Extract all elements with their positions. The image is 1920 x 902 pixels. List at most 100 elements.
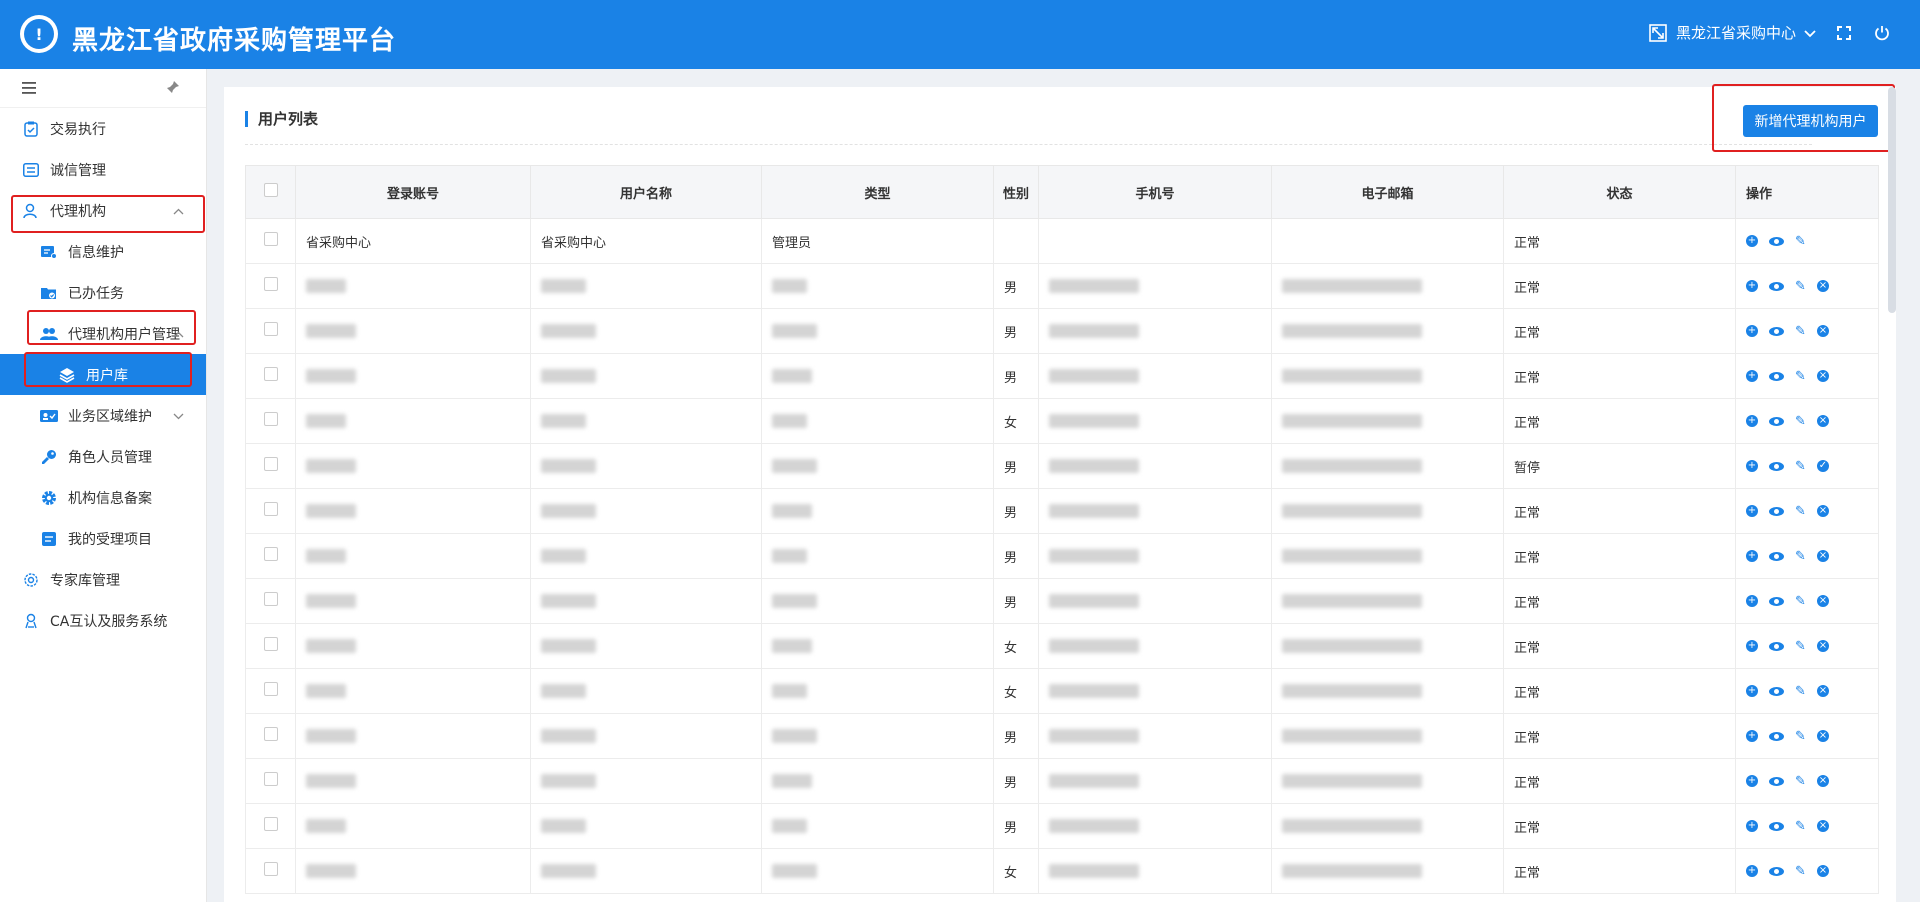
eye-icon[interactable] bbox=[1769, 281, 1784, 291]
enable-icon[interactable]: ✓ bbox=[1816, 460, 1829, 472]
disable-icon[interactable]: × bbox=[1816, 865, 1829, 877]
eye-icon[interactable] bbox=[1769, 731, 1784, 741]
table-row[interactable]: 男 正常 + ✎ × bbox=[245, 803, 1879, 849]
edit-icon[interactable]: ✎ bbox=[1795, 774, 1806, 789]
eye-icon[interactable] bbox=[1769, 686, 1784, 696]
sidebar-item-user-library[interactable]: 用户库 bbox=[0, 354, 206, 395]
edit-icon[interactable]: ✎ bbox=[1795, 279, 1806, 294]
edit-icon[interactable]: ✎ bbox=[1795, 459, 1806, 474]
eye-icon[interactable] bbox=[1769, 551, 1784, 561]
add-icon[interactable]: + bbox=[1746, 370, 1758, 382]
eye-icon[interactable] bbox=[1769, 506, 1784, 516]
row-checkbox[interactable] bbox=[263, 637, 278, 651]
sidebar-item-done-tasks[interactable]: 已办任务 bbox=[0, 272, 206, 313]
table-row[interactable]: 女 正常 + ✎ × bbox=[245, 398, 1879, 444]
eye-icon[interactable] bbox=[1769, 416, 1784, 426]
add-icon[interactable]: + bbox=[1746, 460, 1758, 472]
sidebar-item-agency[interactable]: 代理机构 bbox=[0, 190, 206, 231]
disable-icon[interactable]: × bbox=[1816, 775, 1829, 787]
org-switcher[interactable]: 黑龙江省采购中心 bbox=[1648, 22, 1816, 43]
table-row[interactable]: 男 正常 + ✎ × bbox=[245, 263, 1879, 309]
disable-icon[interactable]: × bbox=[1816, 370, 1829, 382]
edit-icon[interactable]: ✎ bbox=[1795, 819, 1806, 834]
disable-icon[interactable]: × bbox=[1816, 550, 1829, 562]
add-icon[interactable]: + bbox=[1746, 415, 1758, 427]
table-row[interactable]: 男 正常 + ✎ × bbox=[245, 578, 1879, 624]
disable-icon[interactable]: × bbox=[1816, 820, 1829, 832]
table-row[interactable]: 男 正常 + ✎ × bbox=[245, 758, 1879, 804]
sidebar-item-trade[interactable]: 交易执行 bbox=[0, 108, 206, 149]
row-checkbox[interactable] bbox=[263, 772, 278, 786]
disable-icon[interactable]: × bbox=[1816, 505, 1829, 517]
disable-icon[interactable]: × bbox=[1816, 595, 1829, 607]
row-checkbox[interactable] bbox=[263, 277, 278, 291]
add-icon[interactable]: + bbox=[1746, 235, 1758, 247]
disable-icon[interactable]: × bbox=[1816, 640, 1829, 652]
eye-icon[interactable] bbox=[1769, 596, 1784, 606]
table-row[interactable]: 男 暂停 + ✎ ✓ bbox=[245, 443, 1879, 489]
eye-icon[interactable] bbox=[1769, 326, 1784, 336]
edit-icon[interactable]: ✎ bbox=[1795, 504, 1806, 519]
row-checkbox[interactable] bbox=[263, 232, 278, 246]
sidebar-item-roles[interactable]: 角色人员管理 bbox=[0, 436, 206, 477]
table-row[interactable]: 男 正常 + ✎ × bbox=[245, 713, 1879, 759]
table-row[interactable]: 女 正常 + ✎ × bbox=[245, 668, 1879, 714]
add-agency-user-button[interactable]: 新增代理机构用户 bbox=[1743, 105, 1878, 137]
table-row[interactable]: 女 正常 + ✎ × bbox=[245, 848, 1879, 894]
eye-icon[interactable] bbox=[1769, 371, 1784, 381]
add-icon[interactable]: + bbox=[1746, 775, 1758, 787]
disable-icon[interactable]: × bbox=[1816, 325, 1829, 337]
row-checkbox[interactable] bbox=[263, 457, 278, 471]
sidebar-item-region[interactable]: 业务区域维护 bbox=[0, 395, 206, 436]
row-checkbox[interactable] bbox=[263, 367, 278, 381]
row-checkbox[interactable] bbox=[263, 547, 278, 561]
edit-icon[interactable]: ✎ bbox=[1795, 729, 1806, 744]
add-icon[interactable]: + bbox=[1746, 820, 1758, 832]
power-icon[interactable] bbox=[1872, 23, 1892, 43]
add-icon[interactable]: + bbox=[1746, 685, 1758, 697]
eye-icon[interactable] bbox=[1769, 776, 1784, 786]
edit-icon[interactable]: ✎ bbox=[1795, 684, 1806, 699]
add-icon[interactable]: + bbox=[1746, 505, 1758, 517]
eye-icon[interactable] bbox=[1769, 461, 1784, 471]
row-checkbox[interactable] bbox=[263, 682, 278, 696]
sidebar-item-info[interactable]: 信息维护 bbox=[0, 231, 206, 272]
add-icon[interactable]: + bbox=[1746, 730, 1758, 742]
eye-icon[interactable] bbox=[1769, 821, 1784, 831]
edit-icon[interactable]: ✎ bbox=[1795, 639, 1806, 654]
fullscreen-icon[interactable] bbox=[1834, 23, 1854, 43]
sidebar-item-ca[interactable]: CA互认及服务系统 bbox=[0, 600, 206, 641]
pin-icon[interactable] bbox=[166, 79, 180, 98]
table-row[interactable]: 男 正常 + ✎ × bbox=[245, 353, 1879, 399]
eye-icon[interactable] bbox=[1769, 866, 1784, 876]
vertical-scrollbar[interactable] bbox=[1888, 87, 1896, 313]
row-checkbox[interactable] bbox=[263, 502, 278, 516]
sidebar-item-agency-users[interactable]: 代理机构用户管理 bbox=[0, 313, 206, 354]
eye-icon[interactable] bbox=[1769, 641, 1784, 651]
disable-icon[interactable]: × bbox=[1816, 280, 1829, 292]
sidebar-item-credit[interactable]: 诚信管理 bbox=[0, 149, 206, 190]
add-icon[interactable]: + bbox=[1746, 280, 1758, 292]
edit-icon[interactable]: ✎ bbox=[1795, 549, 1806, 564]
row-checkbox[interactable] bbox=[263, 817, 278, 831]
select-all-checkbox[interactable] bbox=[263, 183, 278, 197]
row-checkbox[interactable] bbox=[263, 862, 278, 876]
sidebar-item-experts[interactable]: 专家库管理 bbox=[0, 559, 206, 600]
table-row[interactable]: 男 正常 + ✎ × bbox=[245, 533, 1879, 579]
edit-icon[interactable]: ✎ bbox=[1795, 864, 1806, 879]
menu-toggle-icon[interactable] bbox=[22, 79, 36, 98]
table-row[interactable]: 男 正常 + ✎ × bbox=[245, 308, 1879, 354]
edit-icon[interactable]: ✎ bbox=[1795, 324, 1806, 339]
add-icon[interactable]: + bbox=[1746, 640, 1758, 652]
row-checkbox[interactable] bbox=[263, 727, 278, 741]
table-row[interactable]: 女 正常 + ✎ × bbox=[245, 623, 1879, 669]
add-icon[interactable]: + bbox=[1746, 865, 1758, 877]
row-checkbox[interactable] bbox=[263, 322, 278, 336]
edit-icon[interactable]: ✎ bbox=[1795, 234, 1806, 249]
row-checkbox[interactable] bbox=[263, 412, 278, 426]
edit-icon[interactable]: ✎ bbox=[1795, 594, 1806, 609]
sidebar-item-filing[interactable]: 机构信息备案 bbox=[0, 477, 206, 518]
row-checkbox[interactable] bbox=[263, 592, 278, 606]
sidebar-item-my-projects[interactable]: 我的受理项目 bbox=[0, 518, 206, 559]
disable-icon[interactable]: × bbox=[1816, 415, 1829, 427]
